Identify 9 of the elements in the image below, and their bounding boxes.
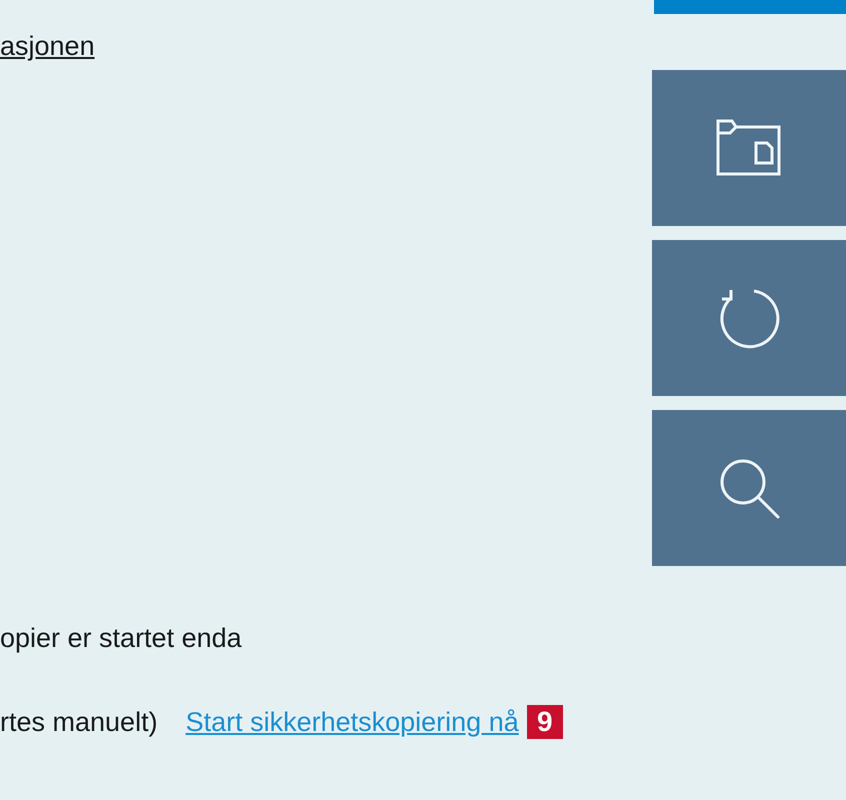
refresh-icon xyxy=(718,287,780,349)
settings-link[interactable]: asjonen xyxy=(0,28,95,64)
callout-badge: 9 xyxy=(526,705,563,739)
schedule-text: rtes manuelt) xyxy=(0,706,158,739)
folder-button[interactable] xyxy=(652,70,846,226)
search-button[interactable] xyxy=(652,410,846,566)
folder-icon xyxy=(716,119,782,177)
status-text: opier er startet enda xyxy=(0,622,242,655)
restore-button[interactable] xyxy=(652,240,846,396)
